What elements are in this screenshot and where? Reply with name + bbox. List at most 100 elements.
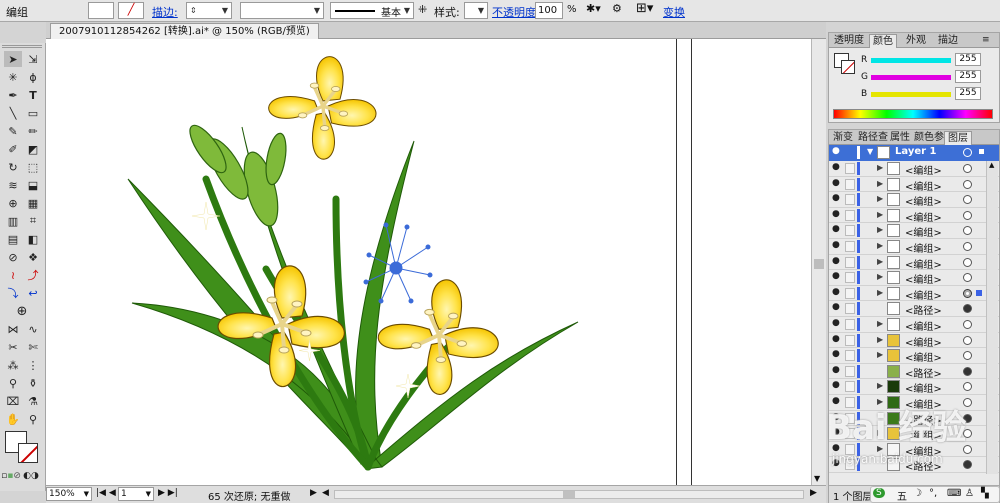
stroke-color-swatch[interactable] [841,60,855,74]
warp-tool-icon[interactable]: ≋ [4,177,22,193]
opacity-input[interactable]: 100 [535,2,563,19]
status-menu-icon[interactable]: ▶ [310,488,317,498]
grid-icon[interactable]: ⁜ [418,3,427,16]
layer-target-icon[interactable] [963,148,972,157]
blend-tool-icon[interactable]: ⊘ [4,249,22,265]
expand-arrow-icon[interactable]: ▶ [877,288,883,297]
expand-arrow-icon[interactable]: ▶ [877,381,883,390]
layer-target-icon[interactable] [963,179,972,189]
blue-input[interactable]: 255 [955,87,981,100]
visibility-eye-icon[interactable]: ● [832,146,840,156]
tab-stroke[interactable]: 描边 [935,34,961,48]
expand-arrow-icon[interactable]: ▶ [877,163,883,172]
tab-layers[interactable]: 图层 [944,131,972,145]
scroll-left-icon[interactable]: ◀ [322,488,329,498]
visibility-eye-icon[interactable]: ● [832,224,840,234]
red-input[interactable]: 255 [955,53,981,66]
scroll-down-icon[interactable]: ▼ [814,474,820,483]
tab-appearance[interactable]: 外观 [903,34,929,48]
layer-group-row[interactable]: ● ▶ <编组> [829,177,999,193]
artboard-canvas[interactable] [46,39,811,485]
horizontal-scrollbar[interactable] [334,490,804,499]
layer-group-row[interactable]: ● ▶ <编组> [829,348,999,364]
scale-tool-icon[interactable]: ⬚ [24,159,42,175]
layer-group-row[interactable]: ● ▶ <编组> [829,286,999,302]
layer-target-icon[interactable] [963,195,972,205]
layer-group-row[interactable]: ● ▶ <编组> [829,270,999,286]
layer-group-row[interactable]: ● ▶ <编组> [829,333,999,349]
ime-toolbar[interactable]: S 五 ☽ °, ⌨ ♙ ▚ [870,486,1000,503]
transform-link[interactable]: 变换 [663,4,685,20]
lasso-tool-icon[interactable]: ϕ [24,69,42,85]
type-tool-icon[interactable]: T [24,87,42,103]
eraser-tool-icon[interactable]: ◩ [24,141,42,157]
line-tool-icon[interactable]: ╲ [4,105,22,121]
envelope-tool-icon[interactable]: ⋈ [4,321,22,337]
lock-toggle[interactable] [845,178,855,190]
direct-selection-tool-icon[interactable]: ⇲ [24,51,42,67]
expand-arrow-icon[interactable]: ▶ [877,210,883,219]
align-icon[interactable]: ⊞▾ [636,1,653,16]
panel-menu-icon[interactable]: ≡ [979,34,993,48]
visibility-eye-icon[interactable]: ● [832,318,840,328]
slice-tool-icon[interactable]: ↩ [24,285,42,301]
document-tab[interactable]: 2007910112854262 [转换].ai* @ 150% (RGB/预览… [50,23,319,39]
lock-toggle[interactable] [845,365,855,377]
layer-target-icon[interactable] [963,210,972,220]
color-mode-icon[interactable]: ▫ ▪ ⊘ [1,468,21,484]
paintbrush-tool-icon[interactable]: ✎ [4,123,22,139]
expand-arrow-icon[interactable]: ▶ [877,179,883,188]
knife-tool-icon[interactable]: ✂ [4,339,22,355]
layer-group-row[interactable]: ● ▶ <编组> [829,317,999,333]
artboard-number-input[interactable]: 1 ▼ [118,487,154,501]
stroke-link[interactable]: 描边: [152,4,178,20]
blue-slider[interactable] [871,92,951,97]
red-slider[interactable] [871,58,951,63]
visibility-eye-icon[interactable]: ● [832,178,840,188]
layer-group-row[interactable]: ● ▶ <编组> [829,223,999,239]
scissors-tool-icon[interactable]: ✄ [24,339,42,355]
tab-color[interactable]: 颜色 [869,34,897,48]
layer-1-row[interactable]: ● ▼ Layer 1 [829,145,999,161]
layer-path-row[interactable]: ● <路径> [829,301,999,317]
zoom-tool-icon[interactable]: ⚲ [24,411,42,427]
tab-gradient[interactable]: 渐变 [830,131,856,145]
next-artboard-icon[interactable]: ▶ ▶| [158,488,178,498]
layer-group-row[interactable]: ● ▶ <编组> [829,379,999,395]
layer-target-icon[interactable] [963,366,972,376]
layer-group-row[interactable]: ● ▶ <编组> [829,192,999,208]
visibility-eye-icon[interactable]: ● [832,380,840,390]
keyboard-icon[interactable]: ⌨ [947,488,961,499]
lock-toggle[interactable] [845,256,855,268]
stroke-color-icon[interactable] [18,443,38,463]
width-tool-icon[interactable]: ∿ [24,321,42,337]
lock-toggle[interactable] [845,303,855,315]
graph-tool-icon[interactable]: ⤴ [24,267,42,283]
gradient-tool-icon[interactable]: ▤ [4,231,22,247]
recolor-icon[interactable]: ✱▾ [586,2,601,15]
mesh-point-tool-icon[interactable]: ⚲ [4,375,22,391]
expand-arrow-icon[interactable]: ▶ [877,241,883,250]
green-slider[interactable] [871,75,951,80]
layer-group-row[interactable]: ● ▶ <编组> [829,208,999,224]
eyedropper-tool-icon[interactable]: ◧ [24,231,42,247]
scroll-right-icon[interactable]: ▶ [810,488,817,498]
color-spectrum[interactable] [833,109,993,119]
visibility-eye-icon[interactable]: ● [832,365,840,375]
tab-color-guide[interactable]: 颜色参 [911,131,947,145]
layer-target-icon[interactable] [963,460,972,470]
lock-toggle[interactable] [845,225,855,237]
lock-toggle[interactable] [845,241,855,252]
layer-group-row[interactable]: ● ▶ <编组> [829,161,999,177]
artboard-tool-icon[interactable]: ⤵ [4,285,22,301]
column-graph-tool-icon[interactable]: ≀ [4,267,22,283]
tab-pathfinder[interactable]: 路径查 [855,131,891,145]
variable-width-dropdown[interactable]: ▼ [240,2,324,19]
symbol-tool-icon[interactable]: ⊕ [13,303,31,319]
layer-group-row[interactable]: ● ▶ <编组> [829,255,999,271]
visibility-eye-icon[interactable]: ● [832,302,840,312]
fill-swatch[interactable] [88,2,114,19]
layer-target-icon[interactable] [963,257,972,267]
tab-attributes[interactable]: 属性 [887,131,913,145]
layer-target-icon[interactable] [963,226,972,236]
